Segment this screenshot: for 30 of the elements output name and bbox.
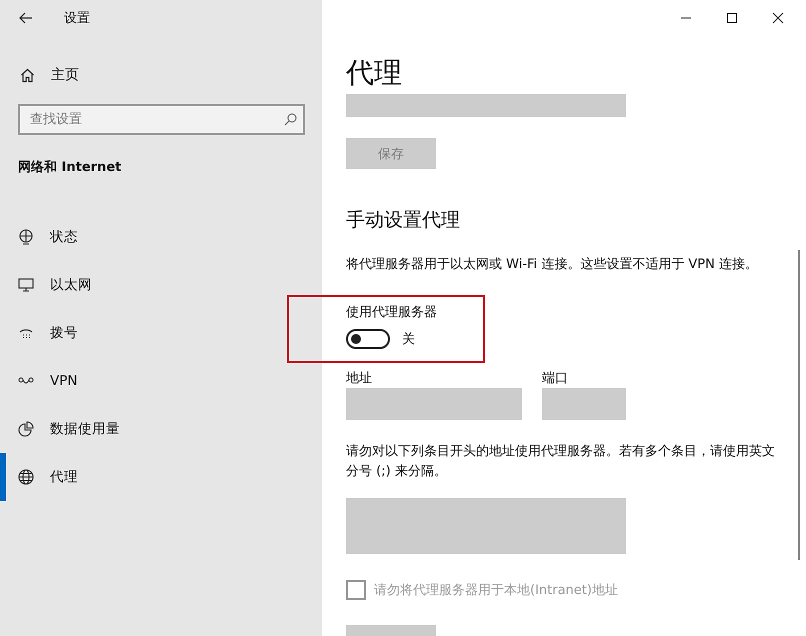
globe-icon [18, 469, 34, 485]
scrollbar[interactable] [798, 250, 800, 560]
toggle-label: 使用代理服务器 [346, 304, 438, 321]
home-icon [20, 68, 35, 82]
close-icon[interactable] [772, 12, 784, 24]
sidebar-item[interactable]: 数据使用量 [0, 405, 322, 453]
sidebar-item[interactable]: 状态 [0, 213, 322, 261]
monitor-icon [18, 277, 34, 293]
page-title: 代理 [346, 56, 403, 90]
sidebar-item[interactable]: 以太网 [0, 261, 322, 309]
back-arrow-icon[interactable] [19, 12, 33, 24]
field-label: 端口 [542, 370, 569, 386]
globe-monitor-icon [18, 229, 34, 245]
toggle-switch[interactable] [346, 329, 390, 349]
field-label: 地址 [346, 370, 373, 386]
exceptions-note: 请勿对以下列条目开头的地址使用代理服务器。若有多个条目，请使用英文分号 (;) 来分隔。 [346, 443, 776, 481]
search-field[interactable]: 查找设置 [18, 104, 305, 135]
home-link[interactable]: 主页 [20, 66, 79, 84]
pie-chart-icon [18, 421, 34, 437]
sidebar-item[interactable]: 拨号 [0, 309, 322, 357]
vpn-icon [18, 377, 34, 385]
description-text: 将代理服务器用于以太网或 Wi-Fi 连接。这些设置不适用于 VPN 连接。 [346, 256, 760, 274]
section-heading: 网络和 Internet [18, 159, 122, 176]
window-title: 设置 [64, 10, 90, 27]
checkbox-label: 请勿将代理服务器用于本地(Intranet)地址 [374, 582, 618, 599]
search-icon [284, 113, 297, 126]
section-heading: 手动设置代理 [346, 208, 461, 233]
maximize-icon[interactable] [726, 12, 738, 24]
sidebar-item[interactable]: VPN [0, 357, 322, 405]
toggle-state-text: 关 [402, 331, 415, 348]
